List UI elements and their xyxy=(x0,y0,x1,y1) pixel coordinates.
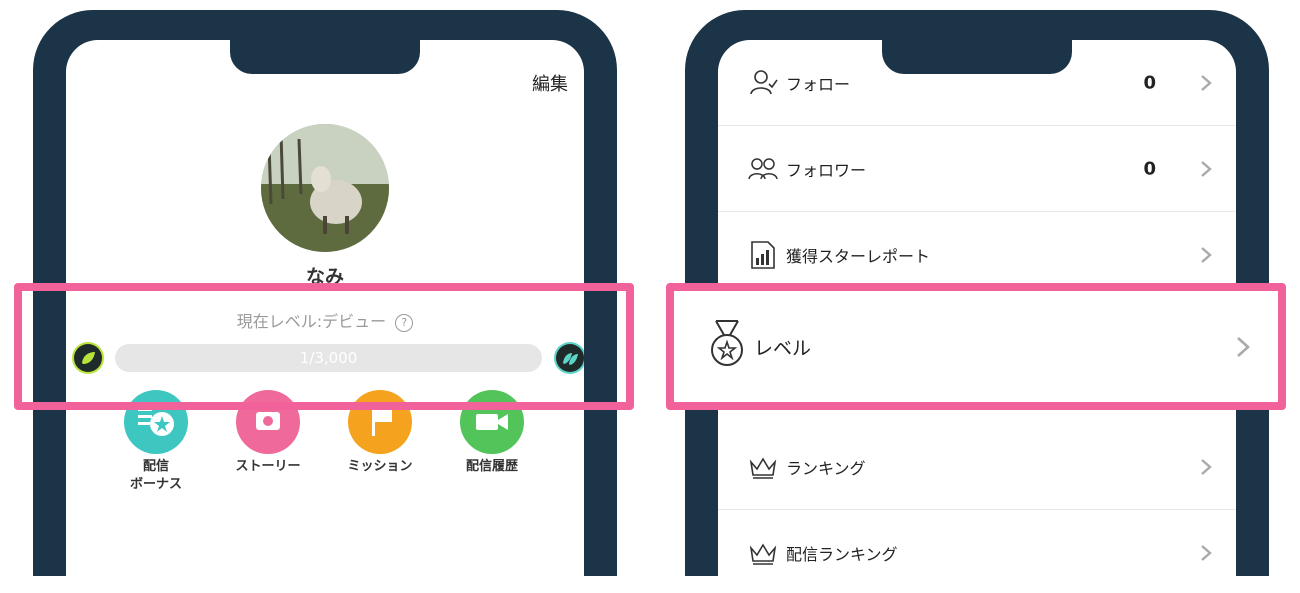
chevron-right-icon xyxy=(1201,458,1212,475)
menu-label: 配信 ボーナス xyxy=(106,458,206,494)
follow-user-icon xyxy=(750,69,778,94)
chevron-right-icon xyxy=(1201,160,1212,177)
ranking-label: ランキング xyxy=(786,458,866,478)
follow-label: フォロー xyxy=(786,74,851,94)
star-report-label: 獲得スターレポート xyxy=(786,246,931,266)
story-label: ストーリー xyxy=(235,459,301,474)
stream-history-label: 配信履歴 xyxy=(465,459,518,474)
followers-label: フォロワー xyxy=(786,160,867,180)
avatar[interactable] xyxy=(261,124,389,252)
follow-count: 0 xyxy=(1143,72,1156,93)
stream-bonus-label: 配信 ボーナス xyxy=(129,459,182,492)
list-row-ranking[interactable]: ランキング xyxy=(718,424,1236,510)
list-row-followers[interactable]: フォロワー 0 xyxy=(718,126,1236,212)
profile-menu: 配信 ボーナス ストーリー ミッション 配信履歴 xyxy=(106,390,546,540)
highlight-level-progress xyxy=(14,283,634,410)
report-chart-icon xyxy=(751,240,775,269)
mission-label: ミッション xyxy=(347,459,413,474)
highlight-level-row xyxy=(666,283,1286,410)
chevron-right-icon xyxy=(1201,544,1212,561)
stream-ranking-label: 配信ランキング xyxy=(786,544,898,564)
chevron-right-icon xyxy=(1201,74,1212,91)
phone-notch xyxy=(230,40,420,74)
list-row-stream-ranking[interactable]: 配信ランキング xyxy=(718,510,1236,576)
followers-count: 0 xyxy=(1143,158,1156,179)
crown-icon xyxy=(749,456,777,479)
followers-icon xyxy=(748,157,778,179)
crown-icon xyxy=(749,542,777,565)
phone-notch xyxy=(882,40,1072,74)
edit-button[interactable]: 編集 xyxy=(532,70,568,96)
chevron-right-icon xyxy=(1201,246,1212,263)
